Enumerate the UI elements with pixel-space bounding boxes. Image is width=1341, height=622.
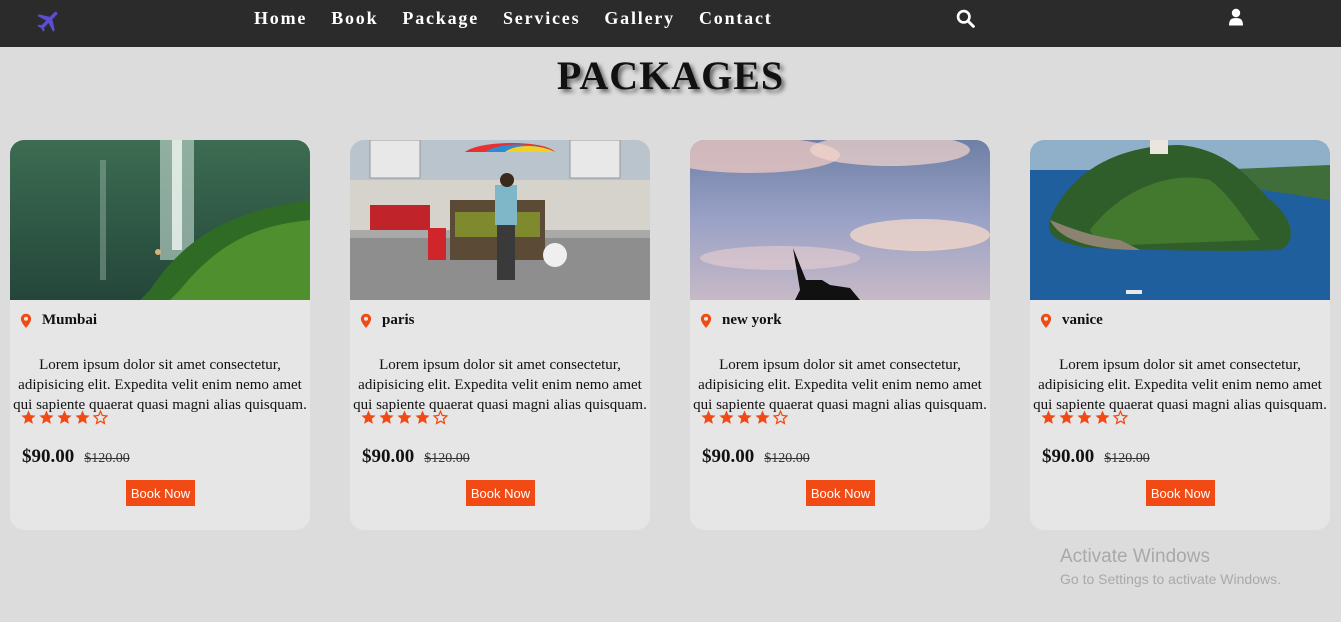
star-filled-icon [701, 410, 716, 424]
price: $90.00 [362, 446, 415, 467]
nav-link-book[interactable]: Book [331, 7, 378, 29]
star-rating [20, 409, 110, 426]
location-row: Mumbai [20, 312, 97, 329]
airplane-icon[interactable] [35, 7, 63, 35]
location-name: vanice [1062, 312, 1103, 328]
star-filled-icon [1059, 410, 1074, 424]
star-rating [1040, 409, 1130, 426]
map-pin-icon [700, 313, 712, 328]
package-image [1030, 140, 1330, 300]
star-filled-icon [719, 410, 734, 424]
star-filled-icon [379, 410, 394, 424]
location-row: vanice [1040, 312, 1103, 329]
nav-link-services[interactable]: Services [503, 7, 580, 29]
price-row: $90.00 $120.00 [22, 446, 130, 468]
nav-links: Home Book Package Services Gallery Conta… [254, 7, 797, 29]
package-description: Lorem ipsum dolor sit amet consectetur, … [1033, 357, 1327, 413]
old-price: $120.00 [1104, 451, 1150, 466]
book-now-button[interactable]: Book Now [806, 480, 875, 506]
package-image [690, 140, 990, 300]
user-icon[interactable] [1228, 8, 1244, 26]
map-pin-icon [20, 313, 32, 328]
watermark-title: Activate Windows [1060, 546, 1210, 567]
star-filled-icon [1041, 410, 1056, 424]
star-filled-icon [75, 410, 90, 424]
star-empty-icon [1112, 409, 1129, 425]
package-card: vanice Lorem ipsum dolor sit amet consec… [1030, 140, 1330, 530]
location-name: Mumbai [42, 312, 98, 328]
star-filled-icon [397, 410, 412, 424]
nav-link-contact[interactable]: Contact [699, 7, 773, 29]
price: $90.00 [702, 446, 755, 467]
package-image [10, 140, 310, 300]
page-title: PACKAGES [556, 53, 785, 98]
star-filled-icon [755, 410, 770, 424]
nav-link-home[interactable]: Home [254, 7, 307, 29]
nav-link-package[interactable]: Package [402, 7, 479, 29]
location-row: paris [360, 312, 415, 329]
map-pin-icon [1040, 313, 1052, 328]
star-rating [360, 409, 450, 426]
package-card: new york Lorem ipsum dolor sit amet cons… [690, 140, 990, 530]
book-now-button[interactable]: Book Now [126, 480, 195, 506]
package-description: Lorem ipsum dolor sit amet consectetur, … [693, 357, 987, 413]
star-empty-icon [432, 409, 449, 425]
star-filled-icon [57, 410, 72, 424]
star-filled-icon [21, 410, 36, 424]
star-rating [700, 409, 790, 426]
star-filled-icon [737, 410, 752, 424]
price-row: $90.00 $120.00 [362, 446, 470, 468]
old-price: $120.00 [424, 451, 470, 466]
watermark-subtitle: Go to Settings to activate Windows. [1060, 571, 1281, 587]
price: $90.00 [1042, 446, 1095, 467]
location-name: paris [382, 312, 415, 328]
package-image [350, 140, 650, 300]
map-pin-icon [360, 313, 372, 328]
star-filled-icon [1095, 410, 1110, 424]
activation-watermark: Activate Windows Go to Settings to activ… [1060, 545, 1281, 589]
location-name: new york [722, 312, 782, 328]
price-row: $90.00 $120.00 [1042, 446, 1150, 468]
navbar: Home Book Package Services Gallery Conta… [0, 0, 1341, 47]
package-description: Lorem ipsum dolor sit amet consectetur, … [13, 357, 307, 413]
star-filled-icon [415, 410, 430, 424]
star-filled-icon [1077, 410, 1092, 424]
book-now-button[interactable]: Book Now [1146, 480, 1215, 506]
star-filled-icon [39, 410, 54, 424]
price-row: $90.00 $120.00 [702, 446, 810, 468]
star-empty-icon [92, 409, 109, 425]
location-row: new york [700, 312, 782, 329]
package-card: paris Lorem ipsum dolor sit amet consect… [350, 140, 650, 530]
price: $90.00 [22, 446, 75, 467]
package-card: Mumbai Lorem ipsum dolor sit amet consec… [10, 140, 310, 530]
old-price: $120.00 [84, 451, 130, 466]
search-icon[interactable] [955, 8, 976, 29]
star-filled-icon [361, 410, 376, 424]
star-empty-icon [772, 409, 789, 425]
package-description: Lorem ipsum dolor sit amet consectetur, … [353, 357, 647, 413]
nav-link-gallery[interactable]: Gallery [604, 7, 675, 29]
book-now-button[interactable]: Book Now [466, 480, 535, 506]
old-price: $120.00 [764, 451, 810, 466]
